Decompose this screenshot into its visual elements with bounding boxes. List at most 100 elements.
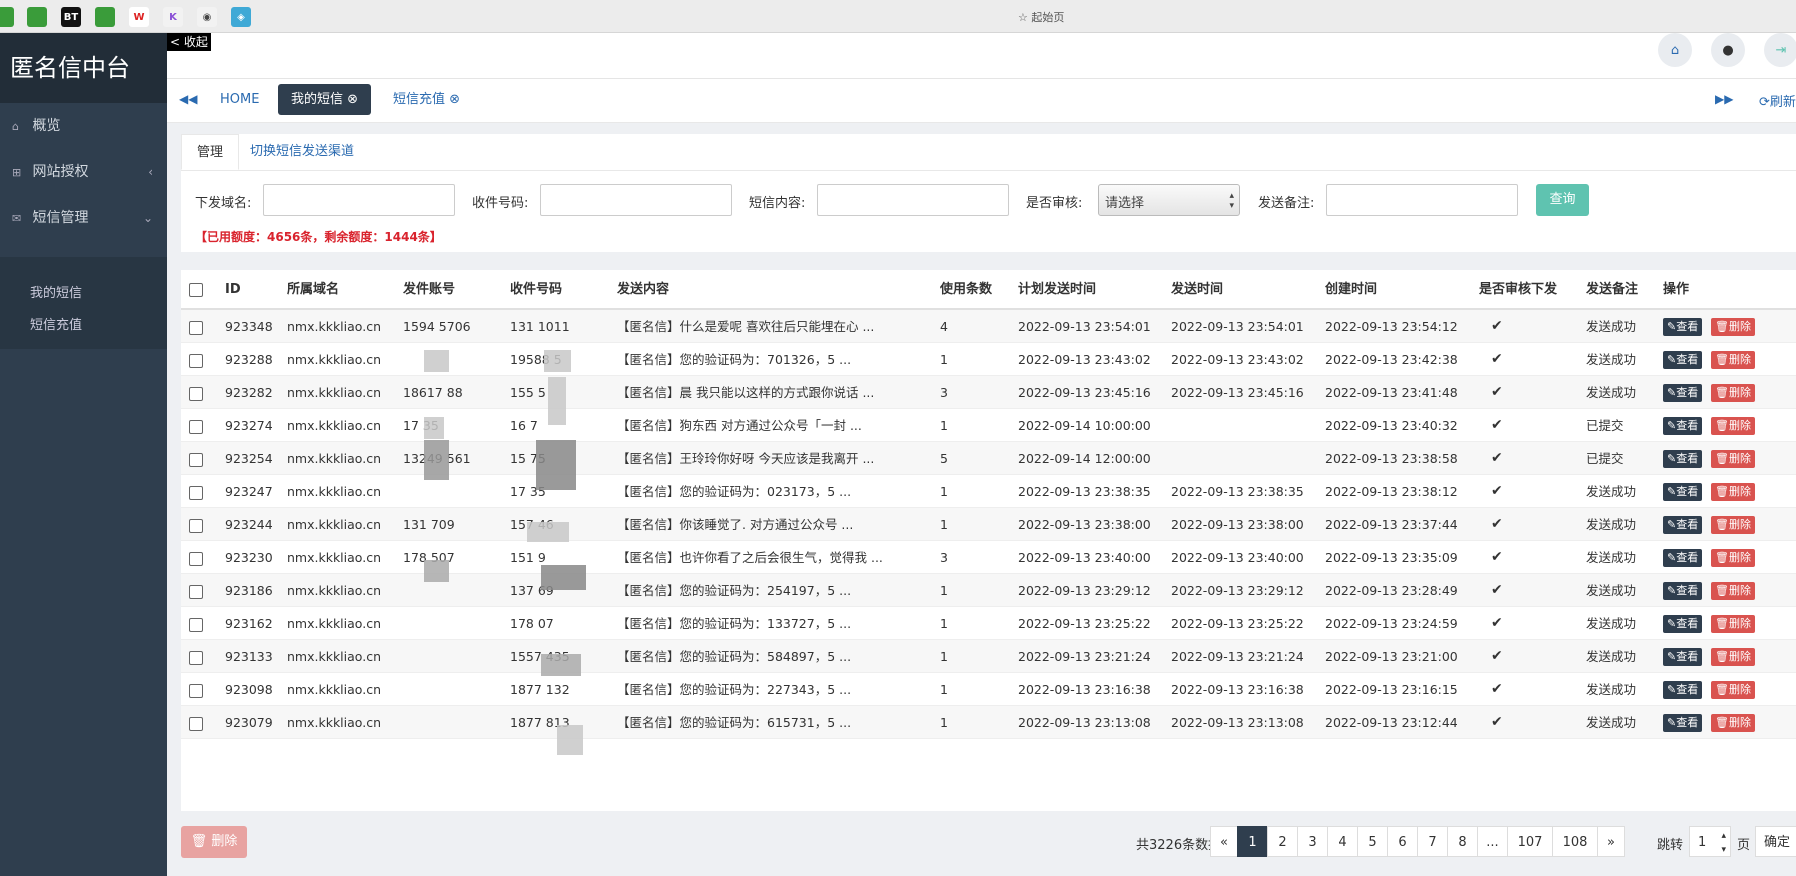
logout-icon[interactable]: ⇥	[1764, 33, 1796, 67]
scroll-left-icon[interactable]: ◀◀	[179, 92, 197, 106]
row-checkbox[interactable]	[189, 552, 203, 566]
page-button[interactable]: 107	[1507, 826, 1553, 857]
col-sent-time[interactable]: 发送时间	[1171, 270, 1223, 310]
delete-button[interactable]: 🗑删除	[1711, 384, 1755, 402]
scroll-right-icon[interactable]: ▶▶	[1715, 92, 1733, 106]
view-button[interactable]: ✎查看	[1663, 615, 1703, 633]
delete-button[interactable]: 🗑删除	[1711, 483, 1755, 501]
page-button[interactable]: 3	[1297, 826, 1328, 857]
user-icon[interactable]: ●	[1711, 33, 1745, 67]
col-content[interactable]: 发送内容	[617, 270, 669, 310]
query-button[interactable]: 查询	[1536, 184, 1589, 216]
page-button[interactable]: 1	[1237, 826, 1268, 857]
refresh-button[interactable]: ⟳刷新	[1759, 91, 1796, 110]
col-created-time[interactable]: 创建时间	[1325, 270, 1377, 310]
delete-button[interactable]: 🗑删除	[1711, 450, 1755, 468]
sidebar-item-sms-manage[interactable]: ✉ 短信管理 ⌄	[0, 195, 167, 241]
audit-select[interactable]: 请选择 ▴ ▾	[1098, 184, 1240, 216]
page-button[interactable]: 2	[1267, 826, 1298, 857]
content-input[interactable]	[817, 184, 1009, 216]
view-button[interactable]: ✎查看	[1663, 648, 1703, 666]
select-all-checkbox[interactable]	[189, 283, 203, 297]
row-checkbox[interactable]	[189, 618, 203, 632]
bookmark-icon[interactable]	[95, 7, 115, 27]
submenu-item-my-sms[interactable]: 我的短信	[30, 282, 82, 301]
close-icon[interactable]: ⊗	[347, 92, 358, 107]
view-button[interactable]: ✎查看	[1663, 318, 1703, 336]
view-button[interactable]: ✎查看	[1663, 417, 1703, 435]
view-button[interactable]: ✎查看	[1663, 384, 1703, 402]
delete-button[interactable]: 🗑删除	[1711, 714, 1755, 732]
page-button[interactable]: 108	[1552, 826, 1598, 857]
tab-recharge[interactable]: 短信充值 ⊗	[380, 84, 473, 115]
bookmark-icon[interactable]: ◈	[231, 7, 251, 27]
page-button[interactable]: 7	[1417, 826, 1448, 857]
row-checkbox[interactable]	[189, 321, 203, 335]
phone-input[interactable]	[540, 184, 732, 216]
bookmark-bt[interactable]: BT	[61, 7, 81, 27]
tab-switch-channel[interactable]: 切换短信发送渠道	[235, 134, 369, 170]
bookmark-k[interactable]: K	[163, 7, 183, 27]
tab-manage[interactable]: 管理	[181, 134, 240, 170]
page-button[interactable]: ...	[1477, 826, 1508, 857]
delete-button[interactable]: 🗑删除	[1711, 351, 1755, 369]
row-checkbox[interactable]	[189, 420, 203, 434]
delete-button[interactable]: 🗑删除	[1711, 648, 1755, 666]
col-sender[interactable]: 发件账号	[403, 270, 455, 310]
delete-button[interactable]: 🗑删除	[1711, 318, 1755, 336]
bookmark-icon[interactable]	[27, 7, 47, 27]
bookmark-w[interactable]: W	[129, 7, 149, 27]
page-button[interactable]: 5	[1357, 826, 1388, 857]
sidebar-item-site-auth[interactable]: ⊞ 网站授权 ‹	[0, 149, 167, 195]
delete-button[interactable]: 🗑删除	[1711, 582, 1755, 600]
wechat-icon[interactable]: ◉	[197, 7, 217, 27]
col-count[interactable]: 使用条数	[940, 270, 992, 310]
jump-page-input[interactable]: 1 ▴ ▾	[1689, 826, 1731, 857]
col-id[interactable]: ID	[225, 270, 241, 310]
row-checkbox[interactable]	[189, 585, 203, 599]
page-button[interactable]: 4	[1327, 826, 1358, 857]
page-button[interactable]: 6	[1387, 826, 1418, 857]
col-plan-time[interactable]: 计划发送时间	[1018, 270, 1096, 310]
view-button[interactable]: ✎查看	[1663, 681, 1703, 699]
batch-delete-button[interactable]: 🗑 删除	[181, 826, 247, 858]
page-button[interactable]: 8	[1447, 826, 1478, 857]
view-button[interactable]: ✎查看	[1663, 549, 1703, 567]
sidebar-item-overview[interactable]: ⌂ 概览	[0, 103, 167, 149]
confirm-jump-button[interactable]: 确定	[1755, 826, 1796, 857]
delete-button[interactable]: 🗑删除	[1711, 417, 1755, 435]
collapse-button[interactable]: < 收起	[167, 33, 211, 51]
bookmark-icon[interactable]	[0, 7, 14, 27]
view-button[interactable]: ✎查看	[1663, 516, 1703, 534]
col-domain[interactable]: 所属域名	[287, 270, 339, 310]
delete-button[interactable]: 🗑删除	[1711, 615, 1755, 633]
home-icon[interactable]: ⌂	[1658, 33, 1692, 67]
row-checkbox[interactable]	[189, 354, 203, 368]
view-button[interactable]: ✎查看	[1663, 582, 1703, 600]
row-checkbox[interactable]	[189, 684, 203, 698]
page-button[interactable]: »	[1597, 826, 1625, 857]
col-remark[interactable]: 发送备注	[1586, 270, 1638, 310]
submenu-item-recharge[interactable]: 短信充值	[30, 314, 82, 333]
delete-button[interactable]: 🗑删除	[1711, 549, 1755, 567]
row-checkbox[interactable]	[189, 519, 203, 533]
view-button[interactable]: ✎查看	[1663, 351, 1703, 369]
tab-home[interactable]: HOME	[207, 84, 272, 115]
tab-my-sms[interactable]: 我的短信 ⊗	[278, 84, 372, 115]
row-checkbox[interactable]	[189, 387, 203, 401]
row-checkbox[interactable]	[189, 651, 203, 665]
stepper-icon[interactable]: ▴ ▾	[1721, 827, 1726, 857]
page-button[interactable]: «	[1210, 826, 1238, 857]
delete-button[interactable]: 🗑删除	[1711, 516, 1755, 534]
col-to[interactable]: 收件号码	[510, 270, 562, 310]
view-button[interactable]: ✎查看	[1663, 483, 1703, 501]
view-button[interactable]: ✎查看	[1663, 714, 1703, 732]
star-icon[interactable]: ☆	[1018, 11, 1028, 24]
view-button[interactable]: ✎查看	[1663, 450, 1703, 468]
row-checkbox[interactable]	[189, 486, 203, 500]
row-checkbox[interactable]	[189, 717, 203, 731]
remark-input[interactable]	[1326, 184, 1518, 216]
close-icon[interactable]: ⊗	[449, 92, 460, 107]
col-audit[interactable]: 是否审核下发	[1479, 270, 1557, 310]
delete-button[interactable]: 🗑删除	[1711, 681, 1755, 699]
